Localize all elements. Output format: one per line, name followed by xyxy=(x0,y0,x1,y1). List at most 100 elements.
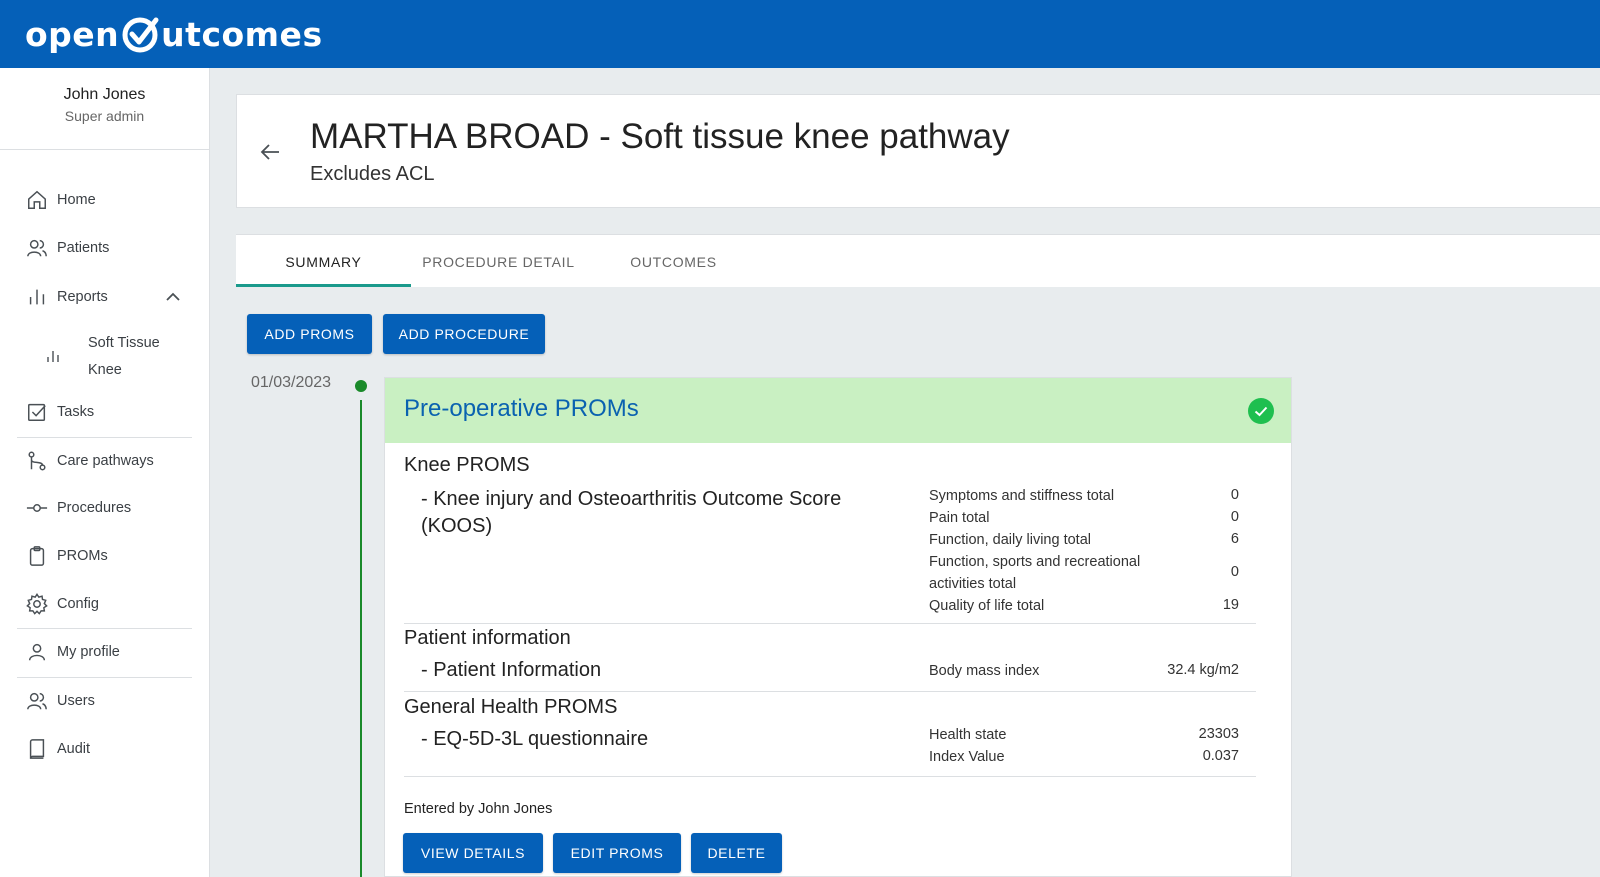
score-value: 0 xyxy=(1230,509,1239,525)
questionnaire-eq5d: - EQ-5D-3L questionnaire xyxy=(421,728,649,750)
sidebar-item-proms[interactable]: PROMs xyxy=(17,538,192,574)
clipboard-icon xyxy=(25,544,49,568)
sidebar: John Jones Super admin Home Patients Rep… xyxy=(0,68,210,877)
button-label: EDIT PROMS xyxy=(570,845,664,861)
gear-icon xyxy=(25,592,49,616)
pathway-header: MARTHA BROAD - Soft tissue knee pathway … xyxy=(236,94,1600,208)
sidebar-item-audit[interactable]: Audit xyxy=(17,731,192,767)
score-label: Body mass index xyxy=(929,663,1040,679)
top-app-bar: open utcomes xyxy=(0,0,1600,68)
sidebar-item-tasks[interactable]: Tasks xyxy=(17,394,192,430)
sidebar-item-my-profile[interactable]: My profile xyxy=(17,634,192,670)
sidebar-item-procedures[interactable]: Procedures xyxy=(17,490,192,526)
proms-card-title: Pre-operative PROMs xyxy=(404,395,639,422)
pathway-icon xyxy=(25,449,49,473)
score-label: Function, daily living total xyxy=(929,532,1091,548)
sidebar-item-label: Reports xyxy=(57,289,108,305)
score-label: Symptoms and stiffness total xyxy=(929,488,1115,504)
proms-card: Pre-operative PROMs Knee PROMS - Knee in… xyxy=(384,377,1292,877)
questionnaire-koos: - Knee injury and Osteoarthritis Outcome… xyxy=(421,488,842,537)
app-logo[interactable]: open utcomes xyxy=(25,8,323,60)
tab-bar: SUMMARY PROCEDURE DETAIL OUTCOMES xyxy=(236,234,1600,287)
sidebar-item-label: Users xyxy=(57,693,95,709)
section-title-general-health: General Health PROMS xyxy=(404,696,618,718)
entered-by: Entered by John Jones xyxy=(404,801,553,817)
logo-check-icon xyxy=(122,17,159,53)
tab-label: PROCEDURE DETAIL xyxy=(422,253,575,270)
score-value: 32.4 kg/m2 xyxy=(1167,662,1239,678)
add-proms-button[interactable]: ADD PROMS xyxy=(247,314,372,354)
user-name: John Jones xyxy=(63,86,146,103)
timeline-line xyxy=(360,400,362,877)
home-icon xyxy=(25,188,49,212)
section-divider xyxy=(404,691,1256,692)
timeline-dot xyxy=(355,380,367,392)
score-value: 0 xyxy=(1230,564,1239,580)
tab-label: OUTCOMES xyxy=(630,253,717,270)
completed-check-icon xyxy=(1248,398,1274,424)
sidebar-item-label: PROMs xyxy=(57,548,108,564)
sidebar-item-label: Procedures xyxy=(57,500,132,516)
sidebar-item-reports[interactable]: Reports xyxy=(17,279,192,315)
tab-procedure-detail[interactable]: PROCEDURE DETAIL xyxy=(411,235,586,288)
back-arrow-icon[interactable] xyxy=(255,137,285,167)
procedure-commit-icon xyxy=(25,496,49,520)
timeline-date: 01/03/2023 xyxy=(251,374,332,391)
page-title: MARTHA BROAD - Soft tissue knee pathway xyxy=(310,117,1010,156)
section-divider xyxy=(404,623,1256,624)
sidebar-subitem-soft-tissue-knee[interactable]: Soft Tissue Knee xyxy=(45,330,175,388)
add-procedure-button[interactable]: ADD PROCEDURE xyxy=(383,314,545,354)
sidebar-item-label: Patients xyxy=(57,240,110,256)
nav-divider xyxy=(17,628,192,629)
questionnaire-patient-info: - Patient Information xyxy=(421,659,602,681)
sidebar-item-label: My profile xyxy=(57,644,120,660)
score-value: 0 xyxy=(1230,487,1239,503)
page-subtitle: Excludes ACL xyxy=(310,163,435,185)
score-value: 19 xyxy=(1222,597,1239,613)
score-label: Pain total xyxy=(929,510,990,526)
sidebar-item-users[interactable]: Users xyxy=(17,683,192,719)
button-label: ADD PROMS xyxy=(264,326,355,342)
section-divider xyxy=(404,776,1256,777)
sidebar-item-config[interactable]: Config xyxy=(17,586,192,622)
person-icon xyxy=(25,640,49,664)
sidebar-item-label: Home xyxy=(57,192,96,208)
sidebar-item-home[interactable]: Home xyxy=(17,182,192,218)
user-role: Super admin xyxy=(64,108,145,124)
button-label: VIEW DETAILS xyxy=(420,845,526,861)
section-title-knee: Knee PROMS xyxy=(404,454,530,476)
user-info: John Jones Super admin xyxy=(0,68,209,150)
chevron-up-icon[interactable] xyxy=(164,288,182,306)
sidebar-item-label: Care pathways xyxy=(57,453,154,469)
bar-chart-small-icon xyxy=(47,351,59,362)
logo-text-open: open xyxy=(25,14,120,54)
logo-text-utcomes: utcomes xyxy=(161,14,323,54)
score-value: 0.037 xyxy=(1202,748,1239,764)
book-icon xyxy=(25,737,49,761)
tab-outcomes[interactable]: OUTCOMES xyxy=(586,235,761,288)
score-label: Health state xyxy=(929,727,1007,743)
tab-label: SUMMARY xyxy=(285,253,362,270)
sidebar-item-care-pathways[interactable]: Care pathways xyxy=(17,443,192,479)
delete-button[interactable]: DELETE xyxy=(691,833,782,873)
score-label: Index Value xyxy=(929,749,1005,765)
proms-card-header: Pre-operative PROMs xyxy=(385,378,1291,443)
score-label: Function, sports and recreational activi… xyxy=(929,554,1141,592)
sidebar-item-label: Tasks xyxy=(57,404,95,420)
score-value: 23303 xyxy=(1198,726,1239,742)
sidebar-subitem-label: Soft Tissue Knee xyxy=(88,335,160,378)
nav-divider xyxy=(17,437,192,438)
tab-summary[interactable]: SUMMARY xyxy=(236,235,411,288)
sidebar-item-patients[interactable]: Patients xyxy=(17,230,192,266)
tasks-checkbox-icon xyxy=(25,400,49,424)
score-value: 6 xyxy=(1230,531,1239,547)
active-tab-indicator xyxy=(236,284,411,287)
users-icon xyxy=(25,689,49,713)
sidebar-item-label: Config xyxy=(57,596,99,612)
view-details-button[interactable]: VIEW DETAILS xyxy=(403,833,543,873)
section-title-patient: Patient information xyxy=(404,627,571,649)
edit-proms-button[interactable]: EDIT PROMS xyxy=(553,833,681,873)
button-label: DELETE xyxy=(707,845,766,861)
score-label: Quality of life total xyxy=(929,598,1045,614)
button-label: ADD PROCEDURE xyxy=(398,326,530,342)
